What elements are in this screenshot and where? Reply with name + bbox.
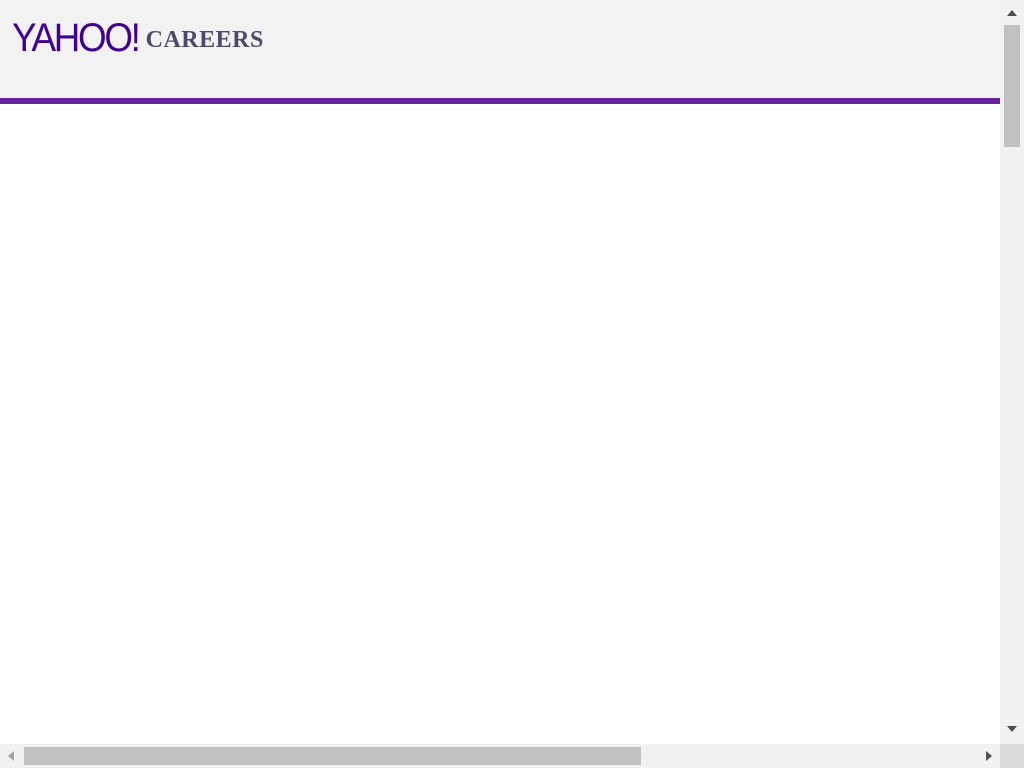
careers-logo-link[interactable]: YAHOO! CAREERS	[12, 18, 264, 58]
vertical-scrollbar[interactable]	[1000, 0, 1024, 744]
vertical-scroll-thumb[interactable]	[1004, 25, 1020, 147]
chevron-down-icon[interactable]	[1007, 726, 1017, 732]
site-header: YAHOO! CAREERS	[0, 0, 1000, 98]
header-divider	[0, 98, 1000, 104]
browser-viewport: YAHOO! CAREERS	[0, 0, 1024, 768]
horizontal-scroll-thumb[interactable]	[24, 747, 641, 765]
scrollbar-corner	[1000, 744, 1024, 768]
yahoo-logo: YAHOO!	[12, 16, 141, 60]
horizontal-scrollbar[interactable]	[0, 744, 1000, 768]
chevron-left-icon[interactable]	[8, 751, 14, 761]
chevron-right-icon[interactable]	[986, 751, 992, 761]
careers-logo-subtitle: CAREERS	[145, 27, 264, 53]
page-content: YAHOO! CAREERS	[0, 0, 1000, 744]
chevron-up-icon[interactable]	[1007, 10, 1017, 16]
